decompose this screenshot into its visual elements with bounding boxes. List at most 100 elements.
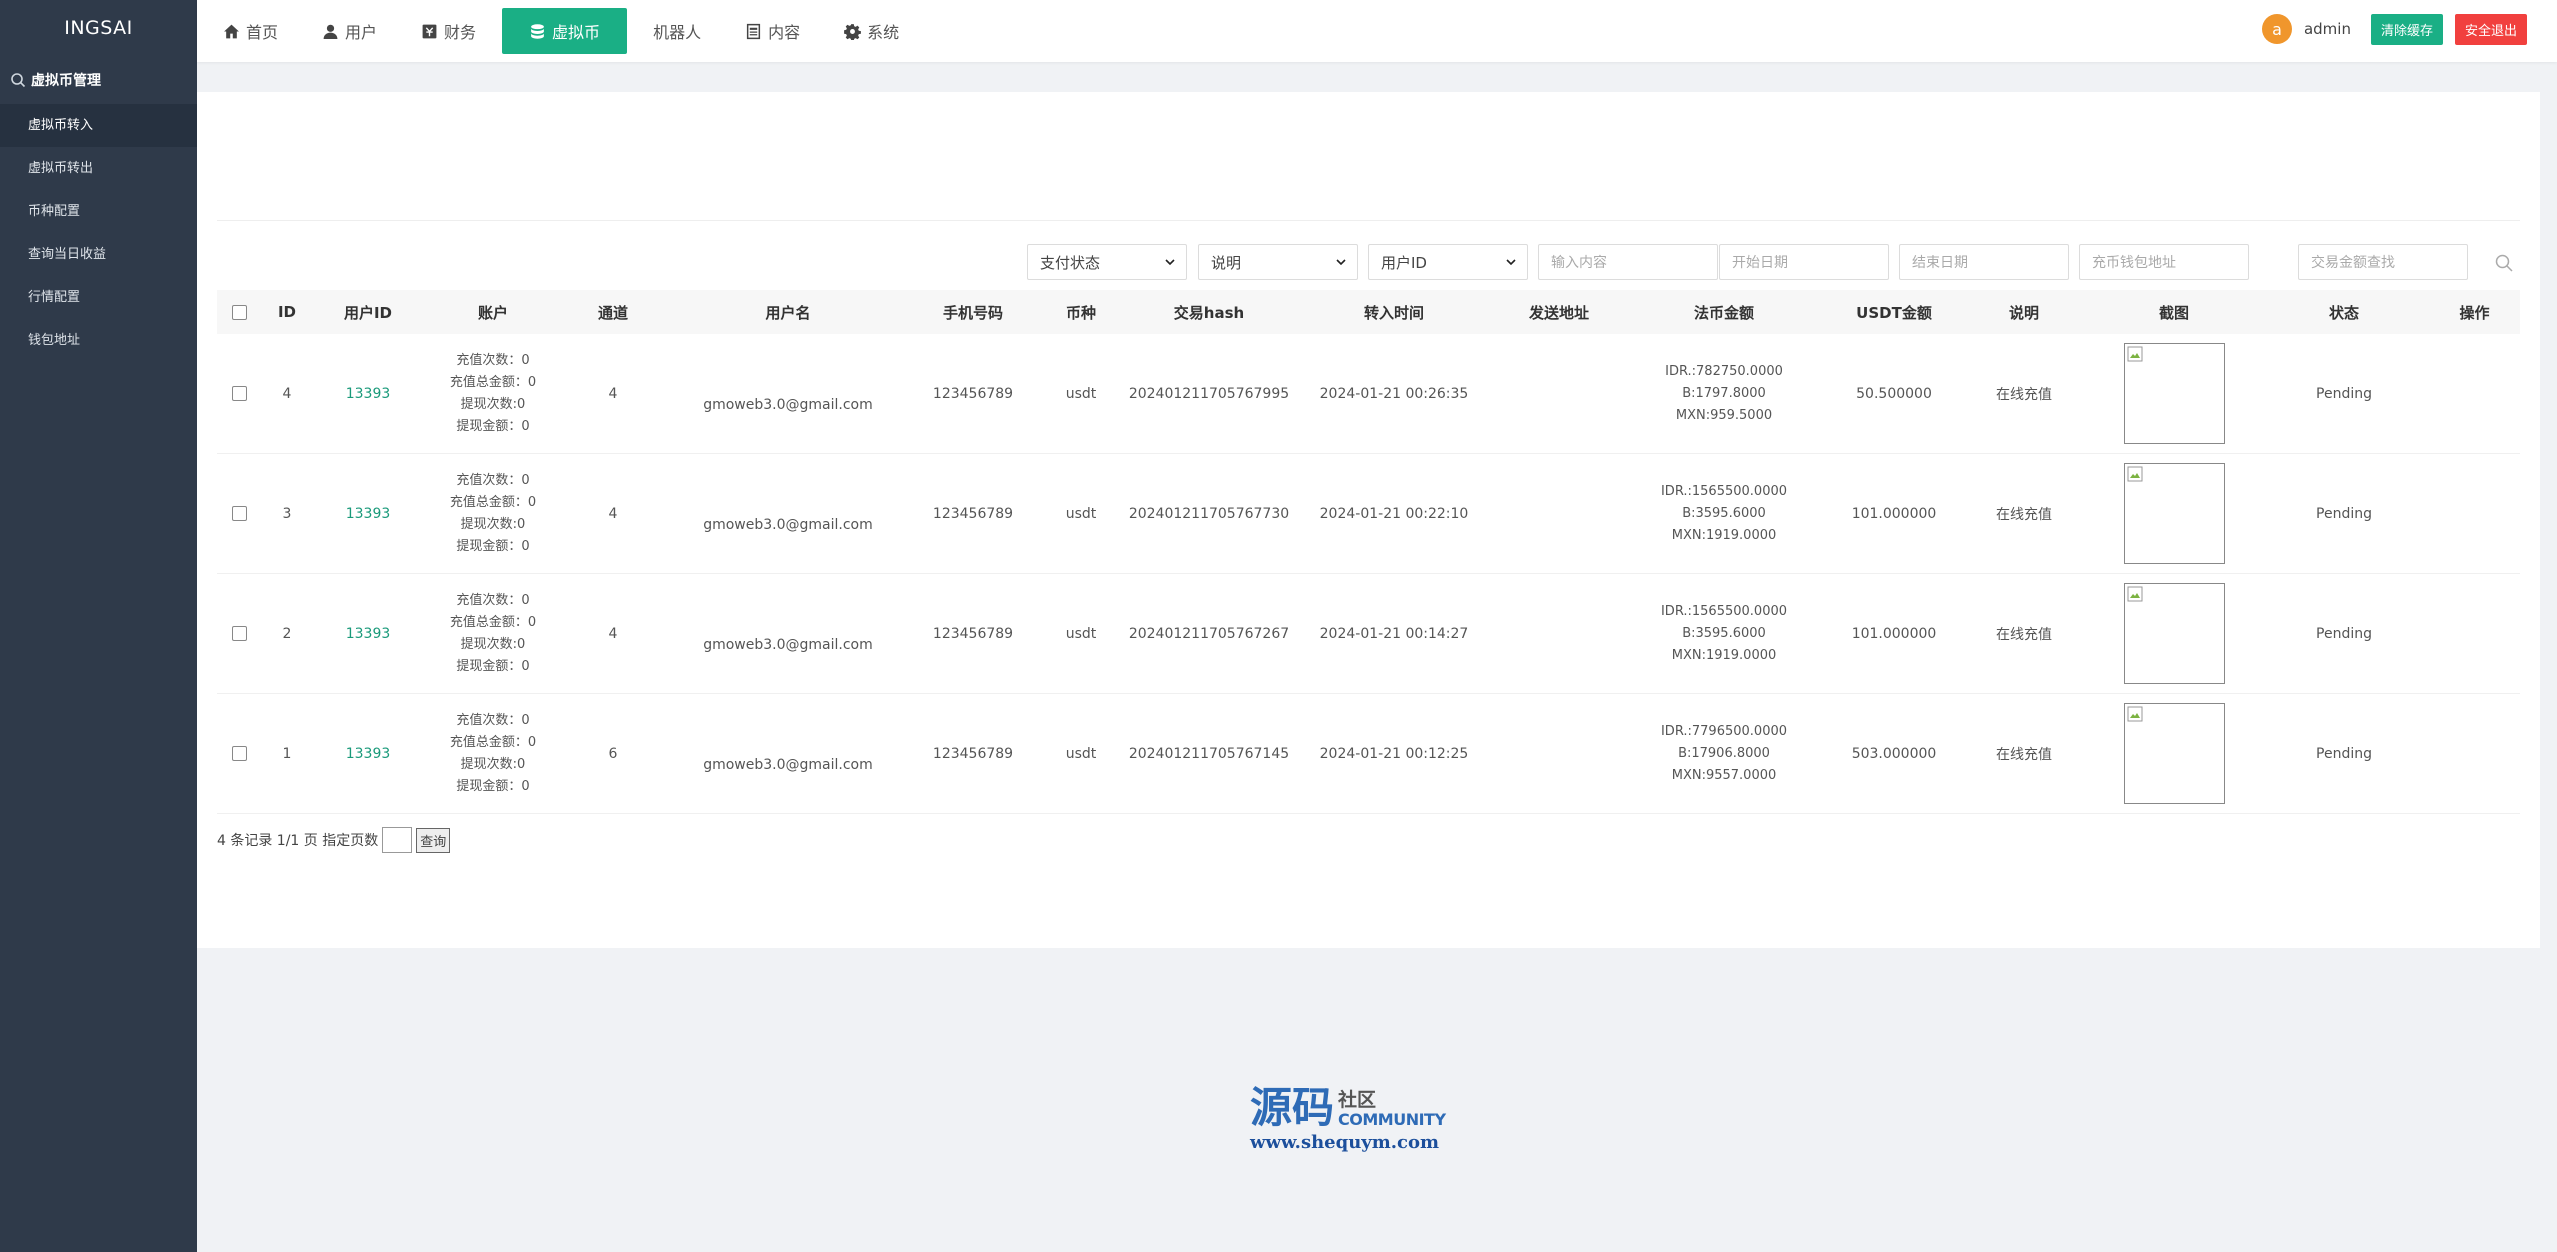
nav-system[interactable]: 系统 [826,8,917,54]
account-line: 提现金额：0 [456,538,530,554]
sidebar-item-market-config[interactable]: 行情配置 [0,276,197,319]
wallet-address-input[interactable]: 充币钱包地址 [2079,244,2249,280]
nav-home[interactable]: 首页 [205,8,296,54]
nav-label: 首页 [246,23,279,42]
nav-finance[interactable]: 财务 [403,8,494,54]
content-panel: 支付状态 说明 用户ID 输入内容 开始日期 结束日期 充币钱包地址 交易金额查… [197,92,2540,948]
account-line: 提现次数:0 [460,756,526,772]
cell-screenshot [2089,454,2259,573]
cell-usdt-amount: 50.500000 [1856,385,1932,402]
nav-label: 内容 [768,23,801,42]
cell-id: 2 [282,625,292,642]
nav-content[interactable]: 内容 [727,8,818,54]
row-checkbox[interactable] [231,626,247,641]
row-select-cell [217,694,261,813]
sidebar-item-coin-config[interactable]: 币种配置 [0,190,197,233]
remark-select[interactable]: 说明 [1198,244,1358,280]
user-area: a admin 清除缓存 安全退出 [2261,0,2527,58]
end-date-input[interactable]: 结束日期 [1899,244,2069,280]
logout-button[interactable]: 安全退出 [2454,13,2527,45]
watermark-en: COMMUNITY [1338,1110,1446,1129]
page-go-button[interactable]: 查询 [416,827,451,853]
account-line: 提现次数:0 [460,396,526,412]
pay-status-select[interactable]: 支付状态 [1027,244,1187,280]
sidebar-item-withdraw[interactable]: 虚拟币转出 [0,147,197,190]
nav-label: 机器人 [653,23,702,42]
screenshot-thumbnail[interactable] [2123,583,2225,684]
page-number-input[interactable] [382,827,413,853]
cell-user-id-link[interactable]: 13393 [313,574,423,693]
content-input[interactable]: 输入内容 [1538,244,1718,280]
header-hash: 交易hash [1173,303,1245,322]
start-date-input[interactable]: 开始日期 [1719,244,1889,280]
table-row: 4 13393 充值次数：0 充值总金额：0 提现次数:0 提现金额：0 4 g… [217,334,2520,454]
cell-user-id-link[interactable]: 13393 [313,454,423,573]
account-line: 充值次数：0 [456,592,530,608]
admin-name[interactable]: admin [2304,20,2351,38]
cell-coin: usdt [1065,745,1097,762]
avatar[interactable]: a [2261,14,2292,44]
watermark-title: 源码 社区 COMMUNITY [1250,1086,1460,1130]
nav-robot[interactable]: 机器人 [635,8,719,54]
cell-channel: 6 [608,745,618,762]
row-checkbox[interactable] [231,386,247,401]
fiat-line: IDR.:1565500.0000 [1660,603,1788,619]
cell-phone: 123456789 [932,385,1014,402]
screenshot-thumbnail[interactable] [2123,463,2225,564]
nav-user[interactable]: 用户 [304,8,395,54]
gear-icon [844,23,861,40]
cell-user-id-link[interactable]: 13393 [313,694,423,813]
cell-status: Pending [2316,745,2372,762]
sidebar-item-deposit[interactable]: 虚拟币转入 [0,104,197,147]
cell-usdt-amount: 503.000000 [1851,745,1937,762]
sidebar-group-virtual-currency[interactable]: 虚拟币管理 [0,56,197,104]
broken-image-icon [2127,706,2142,722]
screenshot-thumbnail[interactable] [2123,343,2225,444]
sidebar-item-wallet-address[interactable]: 钱包地址 [0,319,197,362]
header-account: 账户 [477,303,508,322]
header-remark: 说明 [2008,303,2039,322]
account-line: 提现金额：0 [456,418,530,434]
nav-virtual-currency[interactable]: 虚拟币 [502,8,628,54]
row-select-cell [217,454,261,573]
broken-image-icon [2127,586,2142,602]
fiat-line: MXN:9557.0000 [1671,767,1777,783]
select-all-checkbox[interactable] [231,304,247,320]
cell-account: 充值次数：0 充值总金额：0 提现次数:0 提现金额：0 [423,574,563,693]
cell-username: gmoweb3.0@gmail.com [703,396,873,413]
clear-cache-button[interactable]: 清除缓存 [2370,13,2443,45]
brand-logo: INGSAI [64,17,133,39]
row-checkbox[interactable] [231,506,247,521]
cell-remark: 在线充值 [1996,746,2052,763]
cell-status: Pending [2316,385,2372,402]
cell-account: 充值次数：0 充值总金额：0 提现次数:0 提现金额：0 [423,454,563,573]
account-line: 充值总金额：0 [449,614,537,630]
cell-id: 1 [282,745,292,762]
row-select-cell [217,334,261,453]
cell-time: 2024-01-21 00:26:35 [1319,385,1469,402]
cell-send-address [1499,574,1619,693]
cell-remark: 在线充值 [1996,506,2052,523]
fiat-line: MXN:1919.0000 [1671,527,1777,543]
cell-channel: 4 [608,505,618,522]
header-phone: 手机号码 [942,303,1003,322]
cell-id: 3 [282,505,292,522]
pagination-summary: 4 条记录 1/1 页 指定页数 [217,833,379,849]
table-row: 2 13393 充值次数：0 充值总金额：0 提现次数:0 提现金额：0 4 g… [217,574,2520,694]
search-icon[interactable] [2494,253,2514,273]
cell-user-id-link[interactable]: 13393 [313,334,423,453]
user-id-select[interactable]: 用户ID [1368,244,1528,280]
cell-phone: 123456789 [932,745,1014,762]
cell-channel: 4 [608,625,618,642]
select-value: 用户ID [1381,253,1427,272]
account-line: 充值次数：0 [456,712,530,728]
sidebar-item-daily-earnings[interactable]: 查询当日收益 [0,233,197,276]
cell-remark: 在线充值 [1996,386,2052,403]
row-checkbox[interactable] [231,746,247,761]
cell-username: gmoweb3.0@gmail.com [703,636,873,653]
cell-status: Pending [2316,505,2372,522]
watermark-side: 社区 COMMUNITY [1338,1090,1446,1130]
screenshot-thumbnail[interactable] [2123,703,2225,804]
amount-search-input[interactable]: 交易金额查找 [2298,244,2468,280]
cell-phone: 123456789 [932,625,1014,642]
